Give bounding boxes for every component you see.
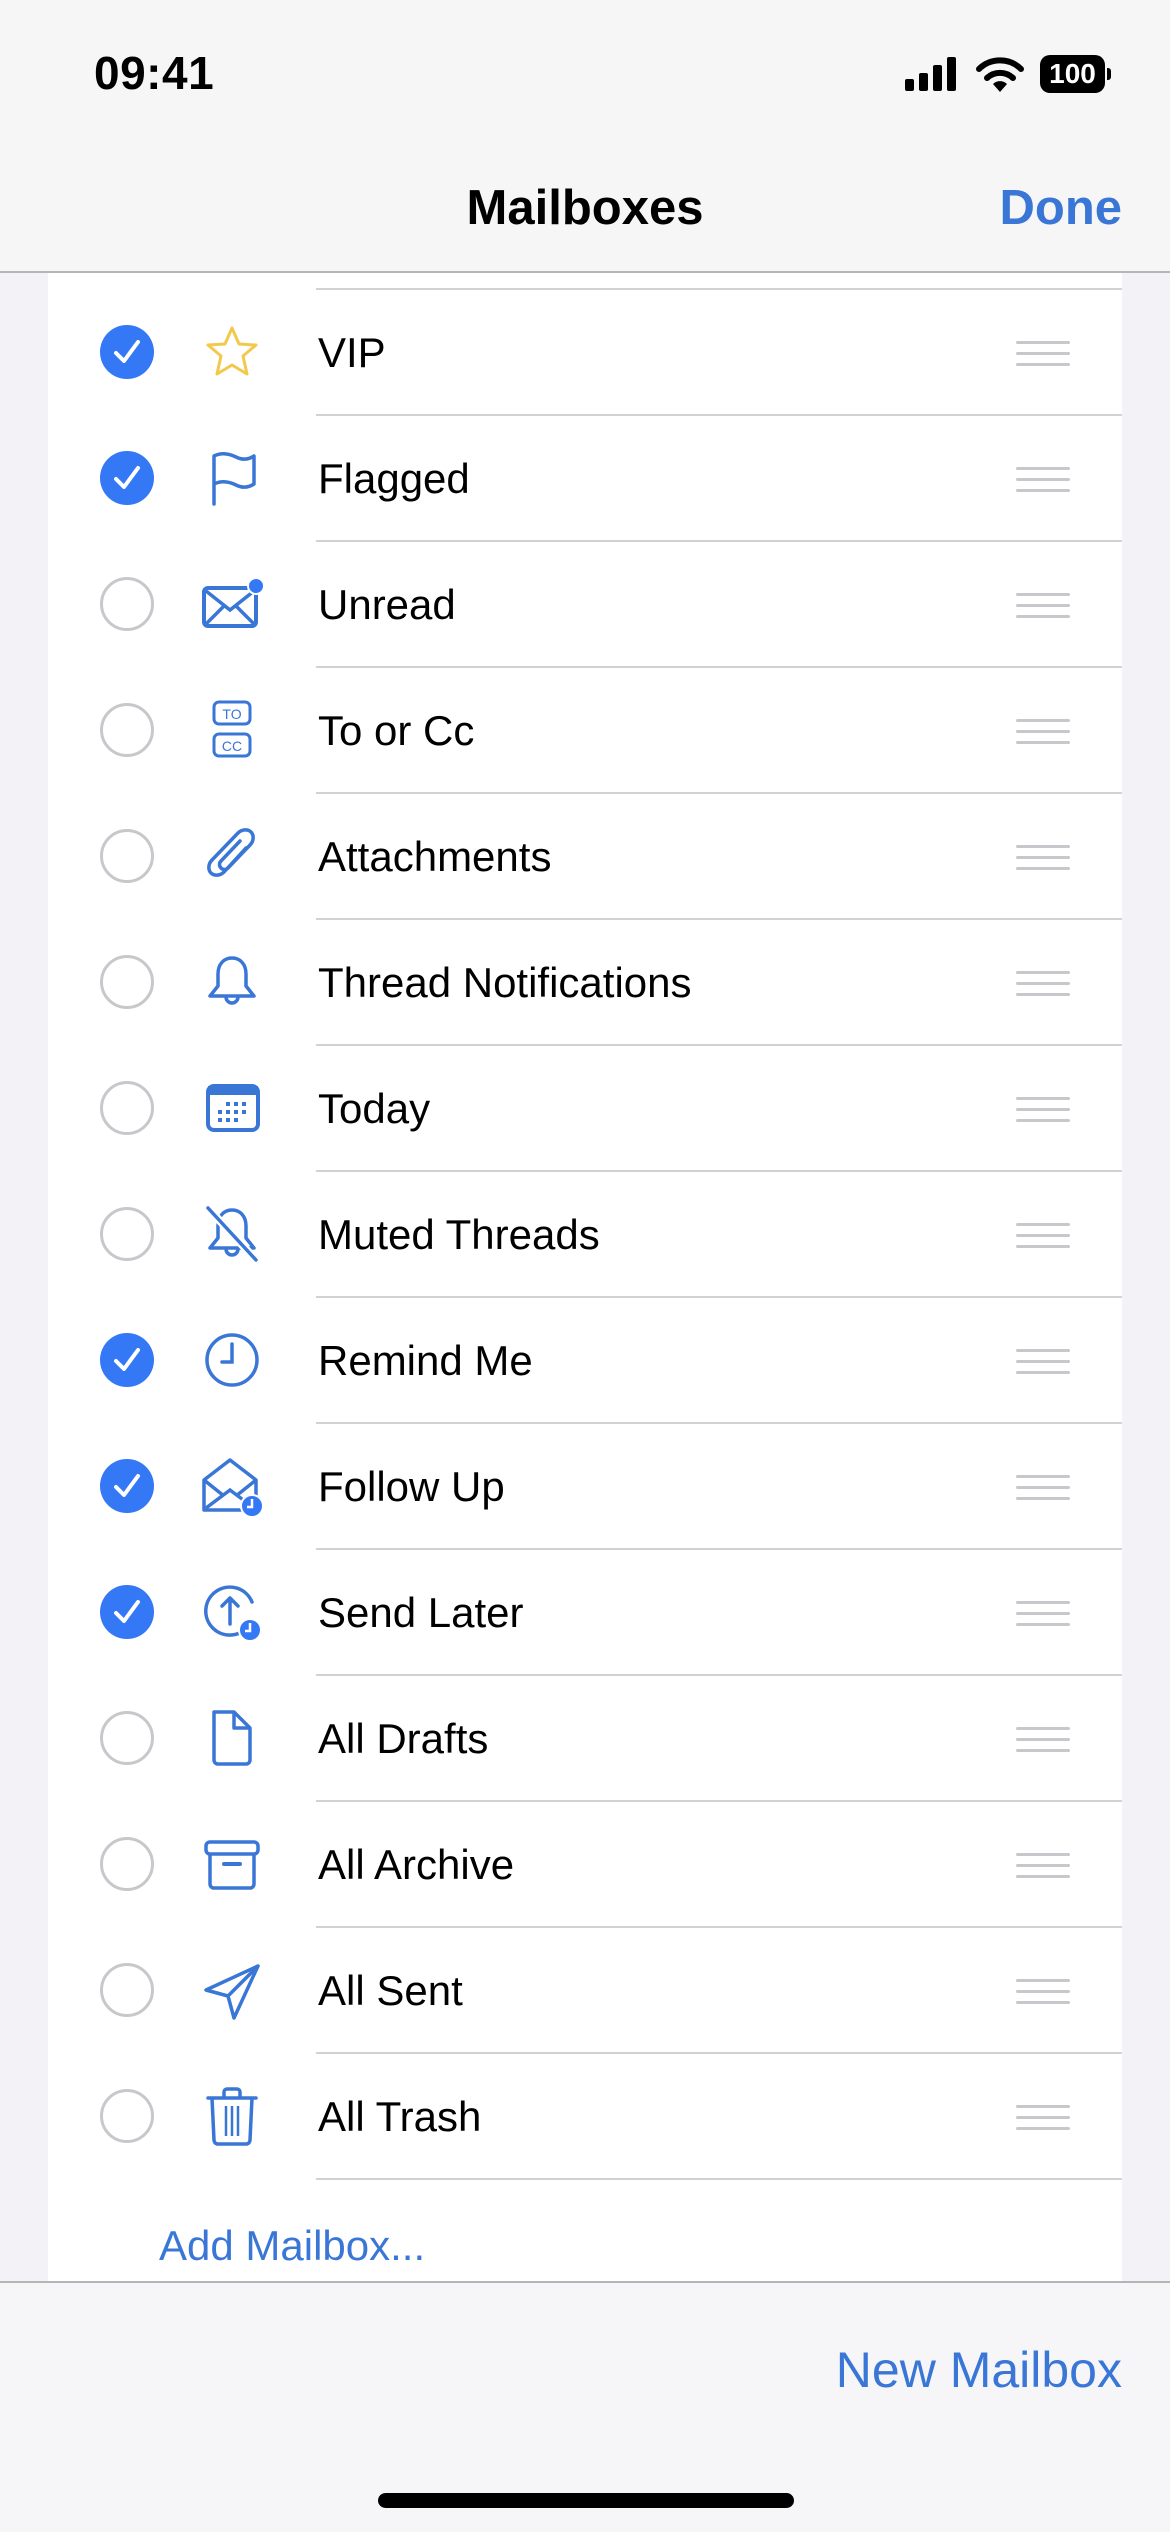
reorder-handle-icon[interactable] [1016, 2103, 1070, 2131]
checkbox-unchecked[interactable] [100, 829, 154, 883]
svg-text:CC: CC [222, 738, 242, 754]
mailbox-row[interactable]: Attachments [48, 793, 1122, 920]
battery-icon: 100 [1040, 55, 1105, 93]
add-mailbox-button[interactable]: Add Mailbox... [159, 2222, 425, 2270]
checkbox-unchecked[interactable] [100, 955, 154, 1009]
reorder-handle-icon[interactable] [1016, 1725, 1070, 1753]
mailbox-row[interactable]: Send Later [48, 1549, 1122, 1676]
mailbox-label: VIP [318, 329, 386, 376]
reorder-handle-icon[interactable] [1016, 465, 1070, 493]
checkbox-checked[interactable] [100, 451, 154, 505]
mailbox-label: Attachments [318, 833, 552, 880]
mailbox-row[interactable]: Unread [48, 541, 1122, 668]
checkbox-unchecked[interactable] [100, 1837, 154, 1891]
envelope-open-clock-icon [200, 1454, 264, 1518]
reorder-handle-icon[interactable] [1016, 717, 1070, 745]
navigation-header: 09:41 100 Mailboxes Done [0, 0, 1170, 273]
reorder-handle-icon[interactable] [1016, 1473, 1070, 1501]
checkbox-unchecked[interactable] [100, 2089, 154, 2143]
reorder-handle-icon[interactable] [1016, 1851, 1070, 1879]
trash-icon [200, 2084, 264, 2148]
flag-icon [200, 446, 264, 510]
mailbox-label: All Archive [318, 1841, 515, 1888]
mailbox-label: All Sent [318, 1967, 463, 2014]
mailbox-label: Remind Me [318, 1337, 533, 1384]
mailbox-row[interactable]: TO CC To or Cc [48, 667, 1122, 794]
status-time: 09:41 [94, 47, 215, 99]
checkmark-icon [114, 1600, 140, 1623]
home-indicator[interactable] [378, 2493, 794, 2508]
document-icon [200, 1706, 264, 1770]
reorder-handle-icon[interactable] [1016, 339, 1070, 367]
bell-slash-icon [200, 1202, 264, 1266]
to-cc-icon: TO CC [200, 698, 264, 762]
mailbox-list: VIP Flagged Unread TO CC To or Cc Attachments T… [48, 200, 1122, 2282]
done-button[interactable]: Done [1000, 180, 1123, 236]
checkbox-unchecked[interactable] [100, 577, 154, 631]
unread-envelope-icon [200, 572, 265, 636]
mailbox-label: Unread [318, 581, 456, 628]
reorder-handle-icon[interactable] [1016, 1599, 1070, 1627]
mailbox-label: Thread Notifications [318, 959, 692, 1006]
reorder-handle-icon[interactable] [1016, 1221, 1070, 1249]
mailbox-row[interactable]: All Sent [48, 1927, 1122, 2054]
battery-level: 100 [1049, 58, 1096, 89]
checkbox-unchecked[interactable] [100, 1081, 154, 1135]
reorder-handle-icon[interactable] [1016, 843, 1070, 871]
mailbox-row[interactable]: All Drafts [48, 1675, 1122, 1802]
paperclip-icon [200, 824, 264, 888]
mailbox-label: All Drafts [318, 1715, 489, 1762]
checkbox-unchecked[interactable] [100, 1207, 154, 1261]
checkmark-icon [114, 340, 140, 363]
mailbox-row[interactable]: Today [48, 1045, 1122, 1172]
checkmark-icon [114, 1348, 140, 1371]
send-later-icon [200, 1580, 264, 1644]
reorder-handle-icon[interactable] [1016, 1347, 1070, 1375]
reorder-handle-icon[interactable] [1016, 1977, 1070, 2005]
reorder-handle-icon[interactable] [1016, 591, 1070, 619]
wifi-icon [976, 57, 1024, 92]
reorder-handle-icon[interactable] [1016, 1095, 1070, 1123]
mailbox-label: All Trash [318, 2093, 482, 2140]
archive-box-icon [200, 1832, 264, 1896]
cellular-signal-icon [905, 57, 959, 91]
mailbox-label: Today [318, 1085, 431, 1132]
mailbox-row[interactable]: Follow Up [48, 1423, 1122, 1550]
checkbox-unchecked[interactable] [100, 1711, 154, 1765]
checkbox-checked[interactable] [100, 1585, 154, 1639]
checkbox-unchecked[interactable] [100, 1963, 154, 2017]
bell-icon [200, 950, 264, 1014]
mailbox-row[interactable]: Thread Notifications [48, 919, 1122, 1046]
reorder-handle-icon[interactable] [1016, 969, 1070, 997]
clock-icon [200, 1328, 264, 1392]
new-mailbox-button[interactable]: New Mailbox [836, 2341, 1122, 2399]
mailbox-label: Send Later [318, 1589, 524, 1636]
checkbox-unchecked[interactable] [100, 703, 154, 757]
mailbox-row[interactable]: Remind Me [48, 1297, 1122, 1424]
mailbox-label: Flagged [318, 455, 470, 502]
row-separator [316, 2178, 1122, 2180]
svg-text:TO: TO [222, 706, 241, 722]
checkmark-icon [114, 466, 140, 489]
mailbox-row[interactable]: Flagged [48, 415, 1122, 542]
page-title: Mailboxes [466, 181, 704, 235]
paperplane-icon [200, 1958, 264, 2022]
calendar-icon [200, 1076, 264, 1140]
checkmark-icon [114, 1474, 140, 1497]
star-icon [200, 320, 264, 384]
mailbox-row[interactable]: VIP [48, 289, 1122, 416]
mailbox-row[interactable]: All Archive [48, 1801, 1122, 1928]
checkbox-checked[interactable] [100, 1459, 154, 1513]
bottom-toolbar: New Mailbox [0, 2281, 1170, 2532]
mailbox-label: Muted Threads [318, 1211, 600, 1258]
battery-nub [1107, 68, 1111, 80]
checkbox-checked[interactable] [100, 325, 154, 379]
checkbox-checked[interactable] [100, 1333, 154, 1387]
mailbox-label: To or Cc [318, 707, 475, 754]
mailbox-row[interactable]: All Trash [48, 2053, 1122, 2180]
mailbox-row[interactable]: Muted Threads [48, 1171, 1122, 1298]
mailbox-label: Follow Up [318, 1463, 505, 1510]
